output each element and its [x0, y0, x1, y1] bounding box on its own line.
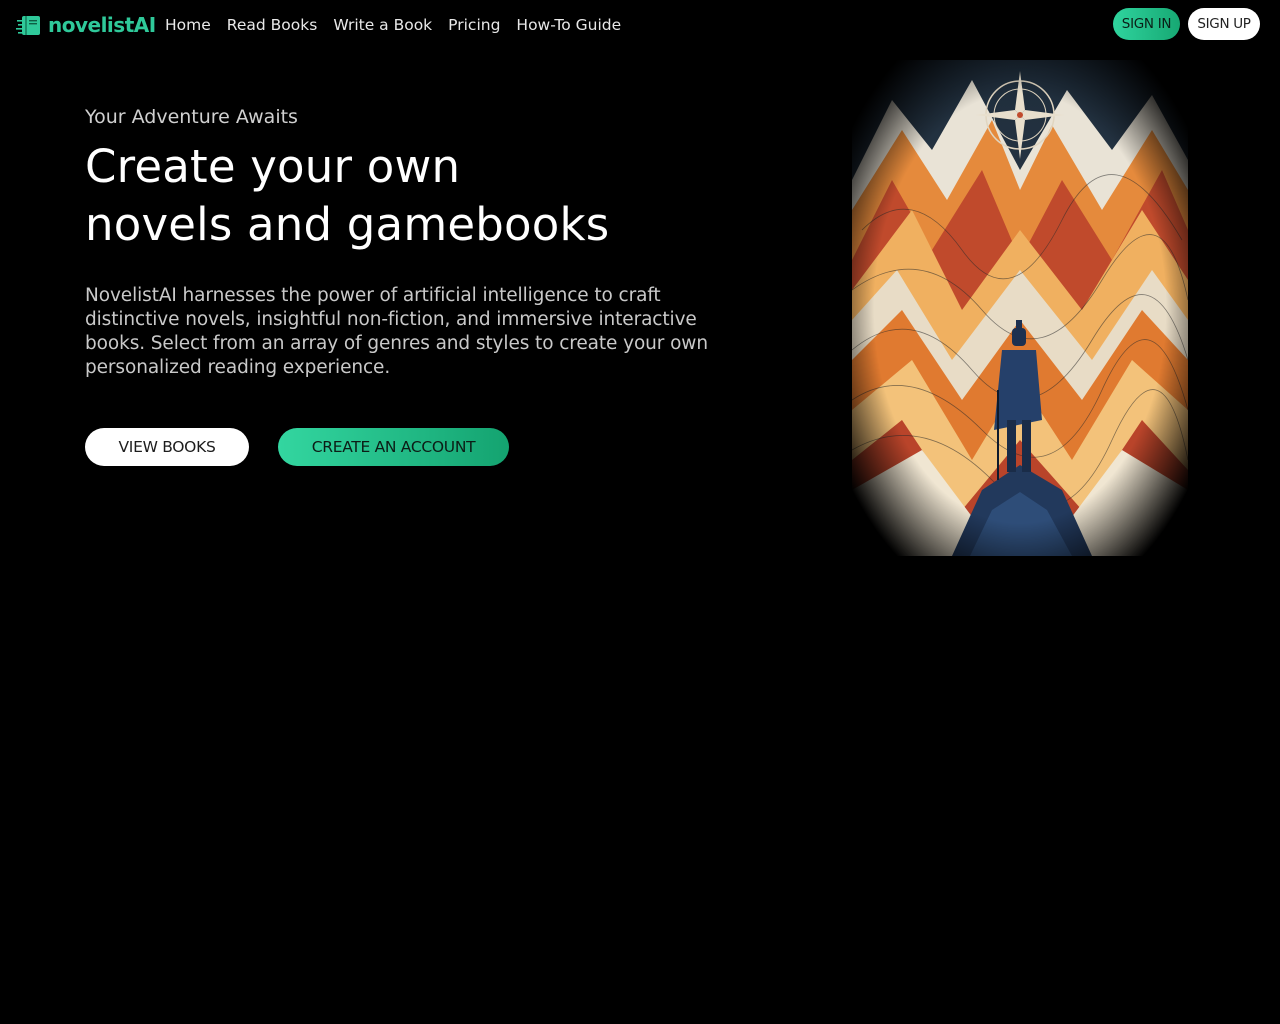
- view-books-button[interactable]: VIEW BOOKS: [85, 428, 249, 466]
- hero-illustration: [852, 60, 1188, 556]
- nav-link-pricing[interactable]: Pricing: [448, 14, 500, 36]
- hero-description: NovelistAI harnesses the power of artifi…: [85, 285, 708, 378]
- hero-title-line-2: novels and gamebooks: [85, 198, 610, 251]
- nav-link-read-books[interactable]: Read Books: [227, 14, 318, 36]
- hero-title-line-1: Create your own: [85, 140, 461, 193]
- brand-link[interactable]: novelistAI: [16, 12, 156, 38]
- sign-up-button[interactable]: SIGN UP: [1188, 8, 1260, 40]
- nav-link-home[interactable]: Home: [165, 14, 211, 36]
- main-nav: Home Read Books Write a Book Pricing How…: [165, 14, 637, 36]
- mountain-wanderer-illustration: [852, 60, 1188, 556]
- sign-in-button[interactable]: SIGN IN: [1113, 8, 1180, 40]
- hero-title: Create your own novels and gamebooks: [85, 138, 725, 254]
- nav-link-write-a-book[interactable]: Write a Book: [333, 14, 432, 36]
- create-account-button[interactable]: CREATE AN ACCOUNT: [278, 428, 509, 466]
- top-navbar: novelistAI Home Read Books Write a Book …: [0, 0, 1280, 50]
- book-stack-logo-icon: [16, 16, 40, 35]
- nav-link-how-to-guide[interactable]: How-To Guide: [516, 14, 621, 36]
- hero-eyebrow: Your Adventure Awaits: [85, 106, 298, 128]
- brand-name: novelistAI: [48, 13, 156, 37]
